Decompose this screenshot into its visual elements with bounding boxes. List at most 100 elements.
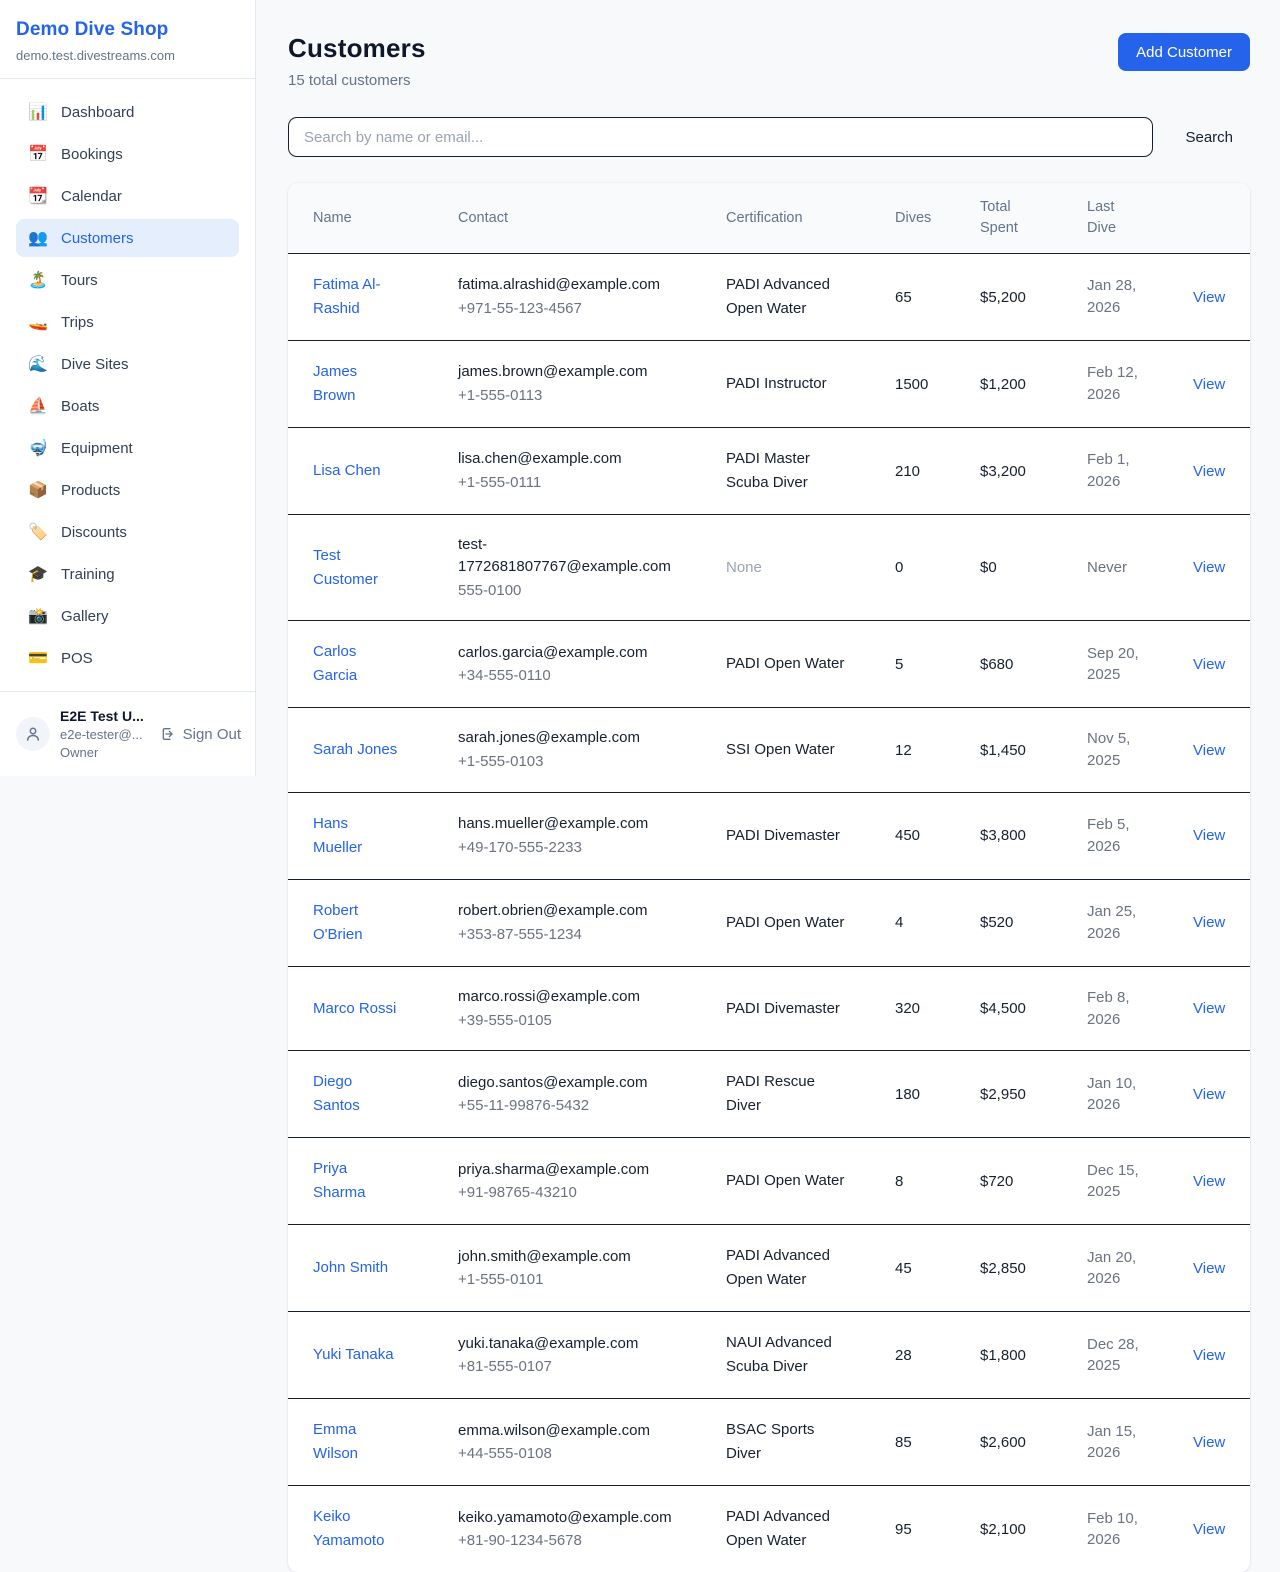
view-customer-link[interactable]: View [1193, 1347, 1225, 1364]
user-email: e2e-tester@... [60, 727, 150, 742]
customer-certification: None [726, 556, 850, 580]
column-header-last-dive: Last Dive [1087, 183, 1193, 254]
sidebar-item-bookings[interactable]: 📅 Bookings [16, 135, 239, 173]
customer-last-dive: Feb 8, 2026 [1087, 987, 1147, 1031]
customer-name-link[interactable]: John Smith [313, 1256, 398, 1280]
sidebar-item-discounts[interactable]: 🏷️ Discounts [16, 513, 239, 551]
sidebar-item-boats[interactable]: ⛵ Boats [16, 387, 239, 425]
tag-icon: 🏷️ [28, 522, 48, 542]
customer-row: Hans Mueller hans.mueller@example.com +4… [288, 792, 1250, 879]
customer-phone: +971-55-123-4567 [458, 298, 673, 320]
sidebar-item-label: POS [61, 650, 93, 667]
sidebar-item-dashboard[interactable]: 📊 Dashboard [16, 93, 239, 131]
view-customer-link[interactable]: View [1193, 1086, 1225, 1103]
column-header-certification: Certification [726, 183, 895, 254]
customer-total-spent: $2,100 [980, 1486, 1087, 1572]
customer-row: Yuki Tanaka yuki.tanaka@example.com +81-… [288, 1312, 1250, 1399]
customer-total-spent: $3,200 [980, 428, 1087, 515]
sidebar-item-tours[interactable]: 🏝️ Tours [16, 261, 239, 299]
customer-contact: diego.santos@example.com +55-11-99876-54… [458, 1072, 673, 1118]
customer-last-dive: Jan 15, 2026 [1087, 1421, 1147, 1465]
customer-name-link[interactable]: Test Customer [313, 544, 398, 592]
sidebar-item-products[interactable]: 📦 Products [16, 471, 239, 509]
view-customer-link[interactable]: View [1193, 1260, 1225, 1277]
view-customer-link[interactable]: View [1193, 463, 1225, 480]
search-bar: Search [288, 117, 1250, 157]
view-customer-link[interactable]: View [1193, 376, 1225, 393]
customer-certification: NAUI Advanced Scuba Diver [726, 1331, 850, 1379]
customer-name-link[interactable]: Sarah Jones [313, 738, 398, 762]
sidebar-item-equipment[interactable]: 🤿 Equipment [16, 429, 239, 467]
view-customer-link[interactable]: View [1193, 559, 1225, 576]
customer-total-spent: $0 [980, 515, 1087, 621]
customer-contact: keiko.yamamoto@example.com +81-90-1234-5… [458, 1507, 673, 1553]
sidebar-item-dive-sites[interactable]: 🌊 Dive Sites [16, 345, 239, 383]
sidebar-item-label: Training [61, 566, 115, 583]
view-customer-link[interactable]: View [1193, 289, 1225, 306]
view-customer-link[interactable]: View [1193, 1000, 1225, 1017]
customer-dives: 8 [895, 1138, 980, 1225]
customer-dives: 12 [895, 708, 980, 793]
customer-name-link[interactable]: James Brown [313, 360, 398, 408]
sailboat-icon: ⛵ [28, 396, 48, 416]
customer-row: Test Customer test-1772681807767@example… [288, 515, 1250, 621]
search-input[interactable] [288, 117, 1153, 157]
customer-name-link[interactable]: Lisa Chen [313, 459, 398, 483]
view-customer-link[interactable]: View [1193, 1521, 1225, 1538]
sign-out-button[interactable]: Sign Out [160, 726, 241, 743]
sidebar-item-customers[interactable]: 👥 Customers [16, 219, 239, 257]
customer-phone: 555-0100 [458, 580, 673, 602]
customer-name-link[interactable]: Keiko Yamamoto [313, 1505, 398, 1553]
view-customer-link[interactable]: View [1193, 1434, 1225, 1451]
customer-row: Emma Wilson emma.wilson@example.com +44-… [288, 1399, 1250, 1486]
customer-name-link[interactable]: Priya Sharma [313, 1157, 398, 1205]
view-customer-link[interactable]: View [1193, 827, 1225, 844]
customer-name-link[interactable]: Diego Santos [313, 1070, 398, 1118]
user-role: Owner [60, 745, 150, 760]
user-section: E2E Test U... e2e-tester@... Owner Sign … [0, 692, 255, 776]
customer-name-link[interactable]: Yuki Tanaka [313, 1343, 398, 1367]
customer-name-link[interactable]: Emma Wilson [313, 1418, 398, 1466]
customers-table-card: NameContactCertificationDivesTotal Spent… [288, 183, 1250, 1572]
camera-icon: 📸 [28, 606, 48, 626]
customer-name-link[interactable]: Hans Mueller [313, 812, 398, 860]
customer-name-link[interactable]: Fatima Al-Rashid [313, 273, 398, 321]
customer-dives: 1500 [895, 341, 980, 428]
users-icon: 👥 [28, 228, 48, 248]
customer-name-link[interactable]: Marco Rossi [313, 997, 398, 1021]
customer-row: Priya Sharma priya.sharma@example.com +9… [288, 1138, 1250, 1225]
view-customer-link[interactable]: View [1193, 742, 1225, 759]
sidebar-item-calendar[interactable]: 📆 Calendar [16, 177, 239, 215]
view-customer-link[interactable]: View [1193, 656, 1225, 673]
customer-contact: hans.mueller@example.com +49-170-555-223… [458, 813, 673, 859]
add-customer-button[interactable]: Add Customer [1118, 33, 1250, 71]
customer-contact: james.brown@example.com +1-555-0113 [458, 361, 673, 407]
sidebar-item-trips[interactable]: 🚤 Trips [16, 303, 239, 341]
sidebar-item-label: Equipment [61, 440, 133, 457]
sidebar-item-label: Gallery [61, 608, 109, 625]
customer-last-dive: Never [1087, 557, 1147, 579]
view-customer-link[interactable]: View [1193, 1173, 1225, 1190]
sidebar-item-label: Products [61, 482, 120, 499]
shop-name-link[interactable]: Demo Dive Shop [16, 19, 239, 41]
view-customer-link[interactable]: View [1193, 914, 1225, 931]
customer-row: Lisa Chen lisa.chen@example.com +1-555-0… [288, 428, 1250, 515]
customer-email: robert.obrien@example.com [458, 900, 673, 922]
customer-last-dive: Dec 28, 2025 [1087, 1334, 1147, 1378]
sidebar-item-gallery[interactable]: 📸 Gallery [16, 597, 239, 635]
avatar [16, 717, 50, 751]
sidebar-item-training[interactable]: 🎓 Training [16, 555, 239, 593]
search-button[interactable]: Search [1168, 121, 1250, 154]
customer-email: keiko.yamamoto@example.com [458, 1507, 673, 1529]
customer-total-spent: $4,500 [980, 966, 1087, 1051]
customer-contact: priya.sharma@example.com +91-98765-43210 [458, 1159, 673, 1205]
customer-total-spent: $1,200 [980, 341, 1087, 428]
sidebar-item-pos[interactable]: 💳 POS [16, 639, 239, 677]
customer-last-dive: Feb 5, 2026 [1087, 814, 1147, 858]
customer-name-link[interactable]: Robert O'Brien [313, 899, 398, 947]
sidebar-item-label: Customers [61, 230, 134, 247]
customer-name-link[interactable]: Carlos Garcia [313, 640, 398, 688]
customer-phone: +34-555-0110 [458, 665, 673, 687]
customer-contact: sarah.jones@example.com +1-555-0103 [458, 727, 673, 773]
bar-chart-icon: 📊 [28, 102, 48, 122]
